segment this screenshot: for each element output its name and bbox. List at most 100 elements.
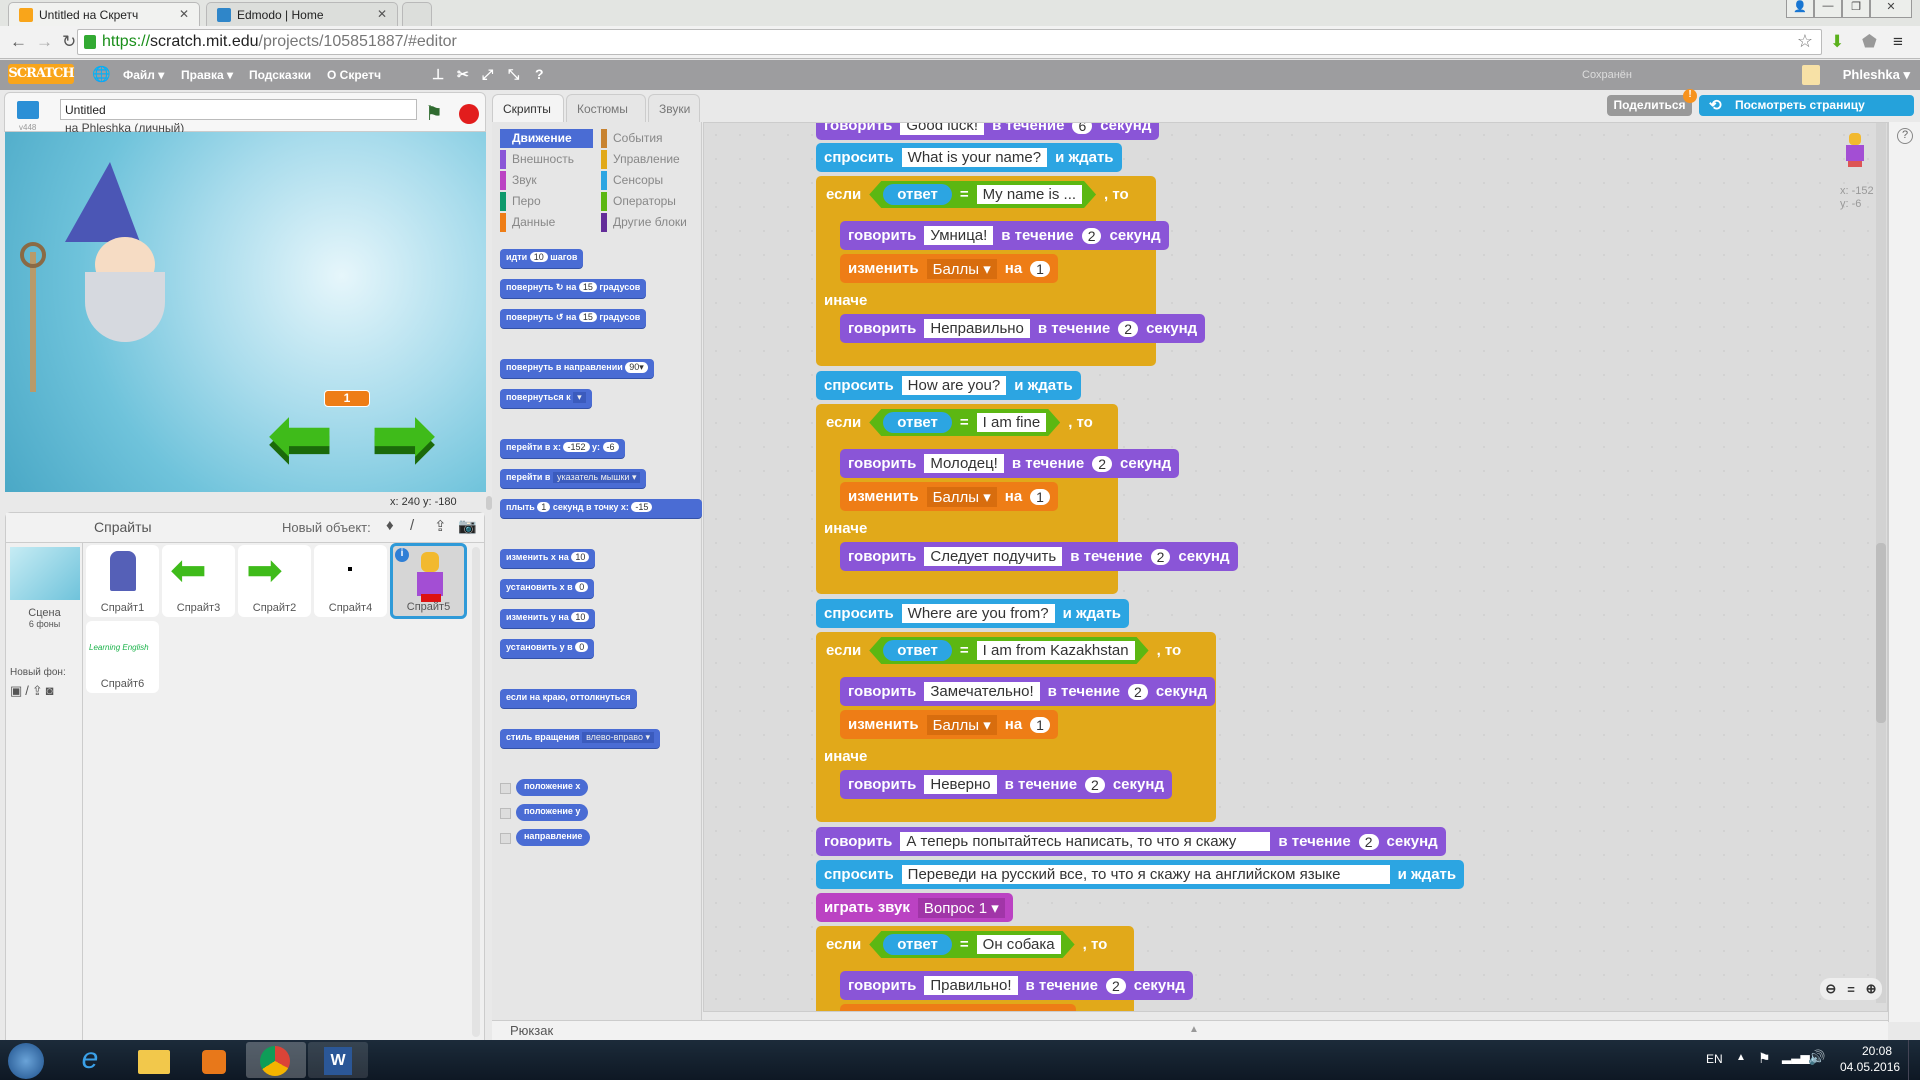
category-sound[interactable]: Звук bbox=[500, 171, 593, 190]
block-say-for-secs[interactable]: говорить Good luck! в течение 6 секунд bbox=[816, 123, 1160, 140]
category-control[interactable]: Управление bbox=[601, 150, 700, 169]
word-taskbar-icon[interactable]: W bbox=[308, 1042, 368, 1078]
tab-costumes[interactable]: Костюмы bbox=[566, 94, 646, 122]
block-input[interactable]: My name is ... bbox=[977, 185, 1082, 204]
block-say-for-secs[interactable]: говорить А теперь попытайтесь написать, т… bbox=[816, 827, 1446, 856]
clock-time[interactable]: 20:08 bbox=[1852, 1044, 1902, 1058]
block-input[interactable]: -15 bbox=[631, 502, 653, 512]
show-hidden-icons[interactable]: ▲ bbox=[1736, 1052, 1746, 1063]
block-change-x[interactable]: изменить x на 10 bbox=[500, 549, 596, 568]
sound-dropdown[interactable]: Вопрос 1 ▾ bbox=[917, 897, 1005, 918]
block-input[interactable]: 15 bbox=[578, 282, 597, 292]
equals-operator[interactable]: ответ = I am fine bbox=[869, 409, 1060, 436]
block-input[interactable]: Good luck! bbox=[900, 123, 985, 135]
help-question-icon[interactable]: ? bbox=[1897, 128, 1913, 144]
zoom-out-icon[interactable]: ⊖ bbox=[1825, 981, 1836, 997]
upload-icon[interactable]: ⇪ bbox=[434, 517, 447, 535]
block-say-for-secs[interactable]: говорить Следует подучить в течение 2 секунд bbox=[840, 542, 1238, 571]
script-scrollbar-track[interactable] bbox=[1876, 123, 1886, 1003]
minimize-button[interactable]: — bbox=[1814, 0, 1842, 18]
zoom-in-icon[interactable]: ⊕ bbox=[1866, 981, 1877, 997]
block-input[interactable]: Where are you from? bbox=[901, 604, 1055, 623]
block-input[interactable]: How are you? bbox=[901, 376, 1007, 395]
block-ask-and-wait[interactable]: спросить Переведи на русский все, то что … bbox=[816, 860, 1465, 889]
scratch-logo[interactable]: SCRATCH bbox=[8, 64, 75, 84]
checkbox-direction[interactable] bbox=[500, 833, 511, 844]
block-say-for-secs[interactable]: говорить Правильно! в течение 2 секунд bbox=[840, 971, 1193, 1000]
left-arrow-sprite[interactable]: ⬅ bbox=[267, 395, 347, 475]
right-arrow-sprite[interactable]: ➡ bbox=[370, 395, 450, 475]
equals-operator[interactable]: ответ = Он собака bbox=[869, 931, 1074, 958]
block-input[interactable]: 90▾ bbox=[625, 362, 648, 373]
block-glide[interactable]: плыть 1 секунд в точку x: -15 bbox=[500, 499, 702, 518]
block-input[interactable]: 2 bbox=[1128, 683, 1148, 700]
internet-explorer-icon[interactable]: e bbox=[60, 1042, 120, 1078]
new-tab-button[interactable] bbox=[402, 2, 432, 26]
block-go-to-xy[interactable]: перейти в x: -152 y: -6 bbox=[500, 439, 625, 458]
sprite-thumb[interactable]: Спрайт4 bbox=[314, 545, 387, 617]
duplicate-stamp-icon[interactable]: ⊥ bbox=[432, 66, 444, 83]
block-input[interactable]: 1 bbox=[1030, 260, 1050, 277]
block-input[interactable]: Молодец! bbox=[924, 454, 1004, 473]
cut-scissors-icon[interactable]: ✂ bbox=[457, 66, 469, 83]
block-input[interactable]: I am from Kazakhstan bbox=[977, 641, 1135, 660]
block-say-for-secs[interactable]: говорить Замечательно! в течение 2 секунд bbox=[840, 677, 1215, 706]
media-player-icon[interactable] bbox=[184, 1042, 244, 1078]
block-input[interactable]: 2 bbox=[1085, 776, 1105, 793]
tab-scratch[interactable]: Untitled на Скретч ✕ bbox=[8, 2, 200, 26]
block-input[interactable]: 0 bbox=[575, 582, 589, 592]
block-turn-left[interactable]: повернуть ↺ на 15 градусов bbox=[500, 309, 647, 328]
block-dropdown[interactable]: влево-вправо ▾ bbox=[582, 732, 654, 743]
reporter-y-position[interactable]: положение y bbox=[516, 804, 589, 821]
bookmark-star-icon[interactable]: ☆ bbox=[1797, 31, 1813, 52]
block-change-variable-partial[interactable] bbox=[840, 1004, 1076, 1011]
block-turn-right[interactable]: повернуть ↻ на 15 градусов bbox=[500, 279, 647, 298]
category-data[interactable]: Данные bbox=[500, 213, 593, 232]
block-say-for-secs[interactable]: говорить Умница! в течение 2 секунд bbox=[840, 221, 1169, 250]
block-say-for-secs[interactable]: говорить Неправильно в течение 2 секунд bbox=[840, 314, 1206, 343]
action-center-flag-icon[interactable]: ⚑ bbox=[1758, 1050, 1771, 1067]
block-move-steps[interactable]: идти 10 шагов bbox=[500, 249, 584, 268]
block-ask-and-wait[interactable]: спросить How are you? и ждать bbox=[816, 371, 1081, 400]
block-input[interactable]: 10 bbox=[571, 552, 590, 562]
menu-file[interactable]: Файл ▾ bbox=[123, 68, 164, 82]
block-input[interactable]: Замечательно! bbox=[924, 682, 1040, 701]
category-motion[interactable]: Движение bbox=[500, 129, 593, 148]
reporter-x-position[interactable]: положение x bbox=[516, 779, 589, 796]
green-flag-icon[interactable]: ⚑ bbox=[425, 101, 443, 126]
tab-scripts[interactable]: Скрипты bbox=[492, 94, 564, 124]
block-point-towards[interactable]: повернуться к ▾ bbox=[500, 389, 592, 408]
block-input[interactable]: -6 bbox=[602, 442, 619, 452]
project-title-input[interactable] bbox=[60, 99, 417, 120]
variable-dropdown[interactable]: Баллы ▾ bbox=[926, 258, 997, 279]
stop-icon[interactable] bbox=[459, 104, 479, 124]
checkbox-x-position[interactable] bbox=[500, 783, 511, 794]
block-change-variable[interactable]: изменить Баллы ▾ на 1 bbox=[840, 482, 1058, 511]
block-input[interactable]: 2 bbox=[1150, 548, 1171, 565]
variable-dropdown[interactable]: Баллы ▾ bbox=[926, 486, 997, 507]
grow-icon[interactable]: ⤢ bbox=[482, 66, 493, 83]
script-scrollbar-thumb[interactable] bbox=[1876, 543, 1886, 723]
block-input[interactable]: 2 bbox=[1358, 833, 1379, 850]
backpack-bar[interactable]: Рюкзак ▲ bbox=[492, 1020, 1888, 1040]
forward-icon[interactable]: → bbox=[36, 32, 53, 52]
block-input[interactable]: Переведи на русский все, то что я скажу … bbox=[901, 865, 1390, 884]
block-go-to[interactable]: перейти в указатель мышки ▾ bbox=[500, 469, 647, 488]
block-change-y[interactable]: изменить y на 10 bbox=[500, 609, 596, 628]
block-input[interactable]: What is your name? bbox=[901, 148, 1048, 167]
block-change-variable[interactable]: изменить Баллы ▾ на 1 bbox=[840, 710, 1058, 739]
profile-icon[interactable]: 👤 bbox=[1786, 0, 1814, 18]
new-backdrop-icons[interactable]: ▣/⇪◙ bbox=[10, 683, 57, 699]
block-bounce[interactable]: если на краю, оттолкнуться bbox=[500, 689, 637, 708]
tab-sounds[interactable]: Звуки bbox=[648, 94, 700, 122]
tab-edmodo[interactable]: Edmodo | Home ✕ bbox=[206, 2, 398, 26]
block-input[interactable]: 0 bbox=[575, 642, 589, 652]
stage-canvas[interactable]: 1 ⬅ ➡ bbox=[5, 132, 486, 492]
answer-reporter[interactable]: ответ bbox=[883, 184, 952, 205]
my-stuff-folder-icon[interactable] bbox=[1802, 65, 1820, 85]
close-tab-icon[interactable]: ✕ bbox=[179, 7, 189, 21]
zoom-reset-icon[interactable]: = bbox=[1847, 982, 1855, 997]
block-input[interactable]: 2 bbox=[1118, 320, 1139, 337]
language-indicator[interactable]: EN bbox=[1706, 1052, 1723, 1066]
network-signal-icon[interactable]: ▂▃▅ bbox=[1782, 1050, 1810, 1064]
